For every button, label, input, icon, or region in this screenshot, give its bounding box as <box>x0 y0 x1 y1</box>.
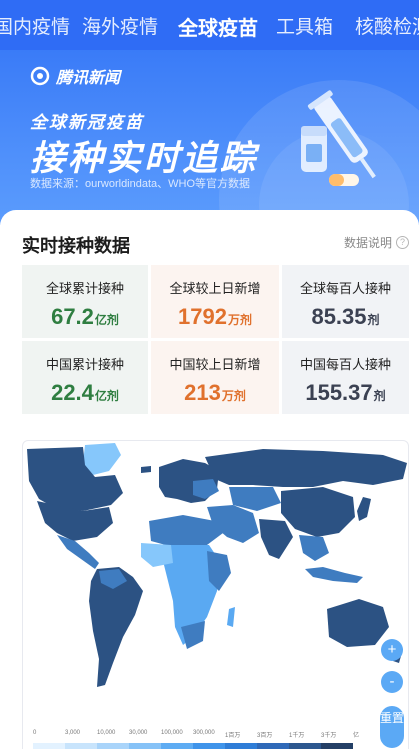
legend-tick-label: 30,000 <box>129 730 148 736</box>
data-description-link[interactable]: 数据说明 ? <box>344 234 409 251</box>
region-southeast-asia <box>299 535 329 561</box>
zoom-in-button[interactable]: + <box>381 639 403 661</box>
tab-global-vaccine[interactable]: 全球疫苗 <box>178 12 258 41</box>
stat-value: 213 <box>184 380 221 405</box>
legend-color-swatch <box>257 743 289 749</box>
top-navigation: 国内疫情 海外疫情 全球疫苗 工具箱 核酸检测 <box>0 0 419 50</box>
region-russia <box>205 449 407 487</box>
legend-color-swatch <box>129 743 161 749</box>
region-iceland <box>141 466 151 473</box>
stat-unit: 亿剂 <box>94 389 119 403</box>
stat-china-per-hundred: 中国每百人接种 155.37剂 <box>282 341 409 414</box>
stat-label: 全球每百人接种 <box>299 281 391 296</box>
region-madagascar <box>227 607 235 627</box>
legend-tick-label: 1百万 <box>225 733 241 739</box>
legend-tick-label: 3,000 <box>65 730 81 736</box>
vaccine-data-card: 实时接种数据 数据说明 ? 全球累计接种 67.2亿剂 全球较上日新增 1792… <box>0 210 419 749</box>
region-indonesia <box>305 567 363 583</box>
stat-value-wrap: 67.2亿剂 <box>22 304 148 330</box>
stat-unit: 剂 <box>373 389 386 403</box>
stat-value: 67.2 <box>51 304 94 329</box>
stat-value-wrap: 22.4亿剂 <box>22 380 148 406</box>
tab-overseas-epidemic[interactable]: 海外疫情 <box>82 12 158 39</box>
brand-name: 腾讯新闻 <box>56 70 121 87</box>
legend-tick-label: 3百万 <box>257 733 273 739</box>
world-map[interactable] <box>23 441 409 726</box>
data-source-note: 数据来源：ourworldindata、WHO等官方数据 <box>30 178 251 190</box>
stat-label: 中国每百人接种 <box>299 357 391 372</box>
stat-china-total: 中国累计接种 22.4亿剂 <box>22 341 148 414</box>
stat-value: 1792 <box>178 304 227 329</box>
stat-label: 全球累计接种 <box>45 281 124 296</box>
legend-color-swatch <box>65 743 97 749</box>
legend-color-swatch <box>289 743 321 749</box>
stat-value: 85.35 <box>311 304 367 329</box>
legend-tick-label: 300,000 <box>193 730 215 736</box>
stat-label: 中国较上日新增 <box>169 357 261 372</box>
legend-tick-label: 100,000 <box>161 730 183 736</box>
region-australia <box>327 599 389 647</box>
region-west-africa <box>141 543 173 567</box>
region-india <box>259 519 293 559</box>
stat-label: 全球较上日新增 <box>169 281 261 296</box>
stat-label: 中国累计接种 <box>45 357 124 372</box>
legend-tick-label: 3千万 <box>321 733 337 739</box>
stat-value-wrap: 85.35剂 <box>282 304 409 330</box>
region-japan <box>357 497 371 521</box>
stat-unit: 万剂 <box>221 389 246 403</box>
stat-unit: 万剂 <box>227 313 252 327</box>
legend-color-swatch <box>225 743 257 749</box>
stat-global-daily-new: 全球较上日新增 1792万剂 <box>151 265 279 338</box>
region-antarctica <box>23 709 408 726</box>
reset-map-button[interactable]: 重置 <box>380 706 404 748</box>
legend-tick-label: 1千万 <box>289 733 305 739</box>
map-legend: 0 3,000 10,000 30,000 100,000 300,000 1百万 3百万 1千… <box>33 729 373 749</box>
section-title: 实时接种数据 <box>22 236 130 256</box>
data-description-label: 数据说明 <box>343 236 392 250</box>
legend-color-swatch <box>161 743 193 749</box>
region-china <box>281 487 355 537</box>
stat-global-per-hundred: 全球每百人接种 85.35剂 <box>282 265 409 338</box>
stats-grid: 全球累计接种 67.2亿剂 全球较上日新增 1792万剂 全球每百人接种 85.… <box>22 265 409 414</box>
stat-value-wrap: 1792万剂 <box>151 304 279 330</box>
stat-value-wrap: 155.37剂 <box>282 380 409 406</box>
stat-value: 155.37 <box>305 380 373 405</box>
banner-title: 接种实时追踪 <box>30 139 259 178</box>
stat-value-wrap: 213万剂 <box>151 380 279 406</box>
tencent-news-logo-icon <box>30 66 50 86</box>
stat-unit: 剂 <box>367 313 380 327</box>
legend-color-swatch <box>97 743 129 749</box>
tab-domestic-epidemic[interactable]: 国内疫情 <box>0 12 70 39</box>
stat-unit: 亿剂 <box>94 313 119 327</box>
legend-tick-label: 0 <box>33 730 37 736</box>
legend-color-swatch <box>321 743 353 749</box>
stat-global-total: 全球累计接种 67.2亿剂 <box>22 265 148 338</box>
hero-banner: 腾讯新闻 全球新冠疫苗 接种实时追踪 数据来源：ourworldindata、W… <box>0 50 419 225</box>
zoom-out-button[interactable]: - <box>381 671 403 693</box>
tab-nucleic-acid-test[interactable]: 核酸检测 <box>355 12 419 39</box>
stat-china-daily-new: 中国较上日新增 213万剂 <box>151 341 279 414</box>
stat-value: 22.4 <box>51 380 94 405</box>
legend-tick-label: 亿 <box>353 733 360 739</box>
legend-color-swatch <box>193 743 225 749</box>
brand: 腾讯新闻 <box>30 64 120 88</box>
tab-toolbox[interactable]: 工具箱 <box>276 12 333 39</box>
legend-tick-label: 10,000 <box>97 730 116 736</box>
question-mark-icon: ? <box>396 236 409 249</box>
legend-color-swatch <box>33 743 65 749</box>
vaccine-illustration-icon <box>301 90 376 186</box>
vaccination-world-map[interactable]: + - 重置 0 3,000 10,000 30,000 100,000 300,000 1… <box>22 440 409 749</box>
